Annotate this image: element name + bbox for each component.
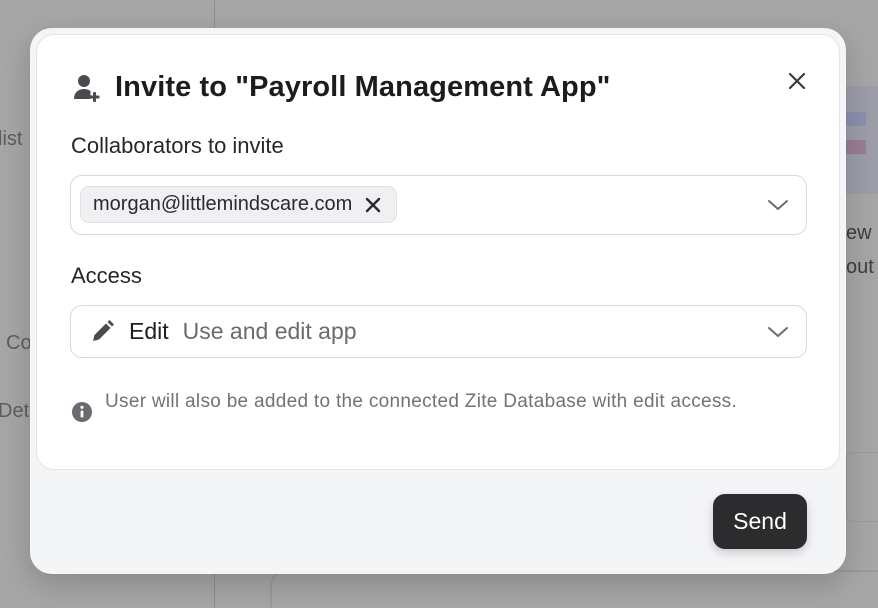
access-description: Use and edit app — [182, 318, 357, 344]
remove-collaborator-button[interactable] — [364, 196, 382, 214]
bg-text-co: Co — [6, 332, 32, 354]
access-label: Access — [71, 263, 142, 288]
pencil-icon — [93, 319, 114, 341]
close-icon — [788, 72, 806, 90]
bg-text-list: list — [0, 128, 23, 150]
collaborators-input[interactable]: morgan@littlemindscare.com — [70, 175, 807, 235]
collaborators-label: Collaborators to invite — [71, 133, 284, 158]
info-note: User will also be added to the connected… — [71, 389, 771, 423]
bg-text-ew: ew — [846, 222, 872, 244]
dialog-header: Invite to "Payroll Management App" — [73, 71, 611, 104]
close-button[interactable] — [783, 67, 811, 95]
access-level: Edit — [129, 318, 169, 344]
access-select[interactable]: Edit Use and edit app — [70, 305, 807, 358]
access-selected-value: Edit Use and edit app — [89, 306, 357, 357]
info-icon — [72, 402, 92, 422]
chevron-down-icon[interactable] — [766, 198, 790, 212]
x-icon — [366, 197, 381, 212]
user-plus-icon — [74, 74, 100, 102]
bg-text-det: Det — [0, 400, 30, 422]
info-text: User will also be added to the connected… — [105, 391, 738, 412]
send-button[interactable]: Send — [713, 494, 807, 549]
collaborator-chip: morgan@littlemindscare.com — [80, 186, 398, 223]
bg-text-out: out — [846, 256, 874, 278]
dialog-title: Invite to "Payroll Management App" — [115, 71, 611, 103]
bg-bottom-card — [270, 570, 878, 608]
invite-dialog: Invite to "Payroll Management App" Colla… — [30, 28, 846, 574]
chevron-down-icon[interactable] — [766, 325, 790, 339]
collaborator-email: morgan@littlemindscare.com — [93, 193, 353, 215]
bg-panel — [846, 452, 878, 522]
invite-dialog-body: Invite to "Payroll Management App" Colla… — [36, 34, 840, 470]
